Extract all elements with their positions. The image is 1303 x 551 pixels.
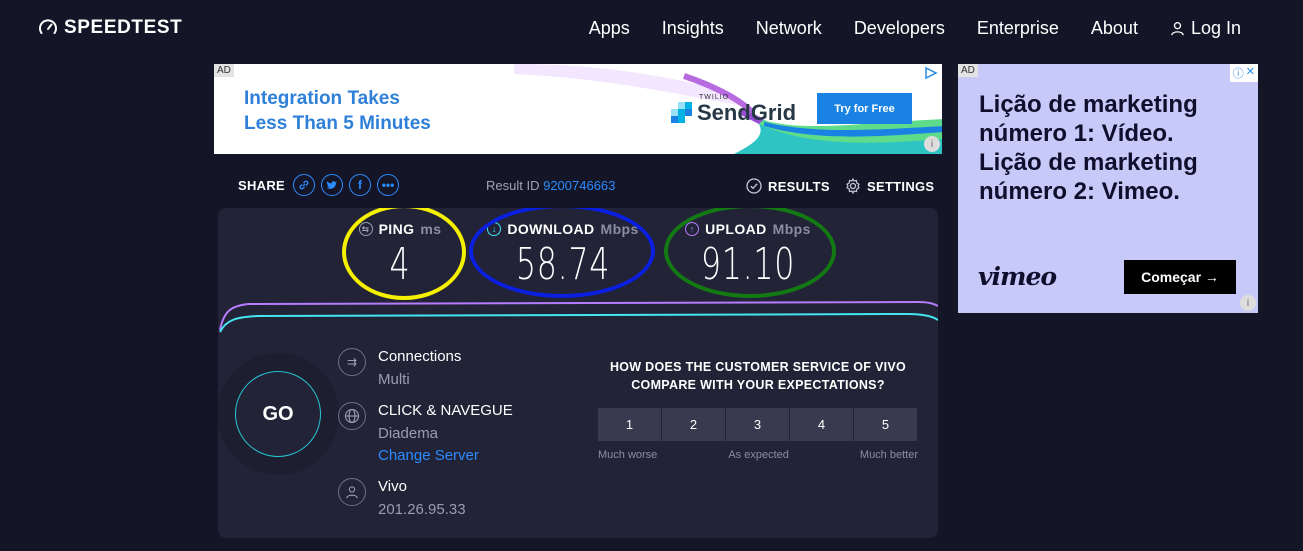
facebook-icon[interactable]: f xyxy=(349,174,372,196)
result-id: Result ID 9200746663 xyxy=(486,178,615,193)
download-graph-line xyxy=(219,312,938,333)
isp-info: Vivo 201.26.95.33 xyxy=(338,476,466,522)
ad-badge: AD xyxy=(958,64,978,77)
nav-login[interactable]: Log In xyxy=(1170,18,1241,39)
ad-badge: AD xyxy=(214,64,234,77)
speed-graph xyxy=(219,300,938,333)
ad-headline: Integration Takes Less Than 5 Minutes xyxy=(244,86,431,136)
nav-apps[interactable]: Apps xyxy=(589,18,630,39)
check-circle-icon xyxy=(746,178,762,194)
side-ad-text: Lição de marketing número 1: Vídeo. Liçã… xyxy=(979,90,1249,206)
isp-ip: 201.26.95.33 xyxy=(378,501,466,518)
results-label: RESULTS xyxy=(768,178,830,194)
connections-value: Multi xyxy=(378,371,410,388)
nav-insights[interactable]: Insights xyxy=(662,18,724,39)
gear-icon xyxy=(846,178,860,194)
top-banner-ad[interactable]: AD Integration Takes Less Than 5 Minutes… xyxy=(214,64,942,154)
close-icon[interactable]: ✕ xyxy=(1246,65,1255,81)
side-ad-line1: Lição de marketing número 1: Vídeo. xyxy=(979,91,1198,147)
nav-enterprise[interactable]: Enterprise xyxy=(977,18,1059,39)
sendgrid-name: SendGrid xyxy=(697,100,797,125)
server-name: CLICK & NAVEGUE xyxy=(378,402,513,419)
adchoices-icon[interactable] xyxy=(924,66,940,80)
rating-option-1[interactable]: 1 xyxy=(598,408,661,441)
speedometer-icon xyxy=(39,19,57,34)
globe-icon xyxy=(338,402,366,430)
ad-headline-line2: Less Than 5 Minutes xyxy=(244,113,431,134)
ad-info-icon[interactable]: i xyxy=(924,136,940,152)
sendgrid-logo: SendGrid xyxy=(671,100,796,126)
ad-headline-line1: Integration Takes xyxy=(244,88,400,109)
user-icon xyxy=(338,478,366,506)
isp-name: Vivo xyxy=(378,478,407,495)
adchoices-icon[interactable]: ⓘ xyxy=(1233,65,1244,81)
ad-info-icon[interactable]: i xyxy=(1240,295,1256,311)
user-icon xyxy=(1171,22,1184,36)
result-id-label: Result ID xyxy=(486,178,540,193)
try-for-free-button[interactable]: Try for Free xyxy=(817,93,912,124)
rating-option-3[interactable]: 3 xyxy=(726,408,789,441)
change-server-link[interactable]: Change Server xyxy=(378,446,513,466)
share-bar: SHARE f ••• xyxy=(238,174,405,196)
results-button[interactable]: RESULTS xyxy=(746,178,830,194)
rating-option-5[interactable]: 5 xyxy=(854,408,917,441)
rating-option-4[interactable]: 4 xyxy=(790,408,853,441)
main-nav: Apps Insights Network Developers Enterpr… xyxy=(589,18,1241,39)
rating-option-2[interactable]: 2 xyxy=(662,408,725,441)
link-icon[interactable] xyxy=(293,174,316,196)
rating-scale-labels: Much worse As expected Much better xyxy=(598,449,918,461)
rating-scale: 1 2 3 4 5 xyxy=(598,408,918,441)
vimeo-logo: vimeo xyxy=(978,262,1057,291)
connections-icon: ⇉ xyxy=(338,348,366,376)
result-id-link[interactable]: 9200746663 xyxy=(543,178,615,193)
share-label: SHARE xyxy=(238,177,286,193)
server-location: Diadema xyxy=(378,425,439,442)
nav-about[interactable]: About xyxy=(1091,18,1138,39)
sendgrid-icon xyxy=(671,102,692,123)
brand-name: SPEEDTEST xyxy=(64,17,183,38)
rating-label-low: Much worse xyxy=(598,449,658,461)
connections-info: ⇉ Connections Multi xyxy=(338,346,461,392)
connections-title: Connections xyxy=(378,348,462,365)
side-banner-ad[interactable]: AD ⓘ ✕ Lição de marketing número 1: Víde… xyxy=(958,64,1258,313)
speedtest-logo[interactable]: SPEEDTEST xyxy=(38,17,182,39)
side-ad-line2: Lição de marketing número 2: Vimeo. xyxy=(979,149,1198,205)
settings-label: SETTINGS xyxy=(867,178,935,194)
nav-developers[interactable]: Developers xyxy=(854,18,945,39)
upload-highlight-ring xyxy=(664,208,836,298)
login-label: Log In xyxy=(1190,18,1241,38)
customer-survey: HOW DOES THE CUSTOMER SERVICE OF VIVO CO… xyxy=(598,358,918,461)
comecar-button[interactable]: Começar → xyxy=(1124,260,1236,294)
server-info: CLICK & NAVEGUE Diadema Change Server xyxy=(338,400,513,466)
twitter-icon[interactable] xyxy=(321,174,344,196)
nav-network[interactable]: Network xyxy=(756,18,822,39)
ad-corner-controls[interactable]: ⓘ ✕ xyxy=(1229,64,1258,82)
survey-question: HOW DOES THE CUSTOMER SERVICE OF VIVO CO… xyxy=(609,360,907,392)
more-options-icon[interactable]: ••• xyxy=(377,174,400,196)
results-panel: ⇆ PING ms 4 ↓ DOWNLOAD Mbps 58.74 ↑ UPLO… xyxy=(218,208,938,538)
rating-label-mid: As expected xyxy=(728,449,789,461)
ping-highlight-ring xyxy=(342,208,466,300)
go-button[interactable]: GO xyxy=(235,371,321,457)
settings-button[interactable]: SETTINGS xyxy=(845,178,934,194)
rating-label-high: Much better xyxy=(859,449,918,461)
download-highlight-ring xyxy=(469,208,655,298)
